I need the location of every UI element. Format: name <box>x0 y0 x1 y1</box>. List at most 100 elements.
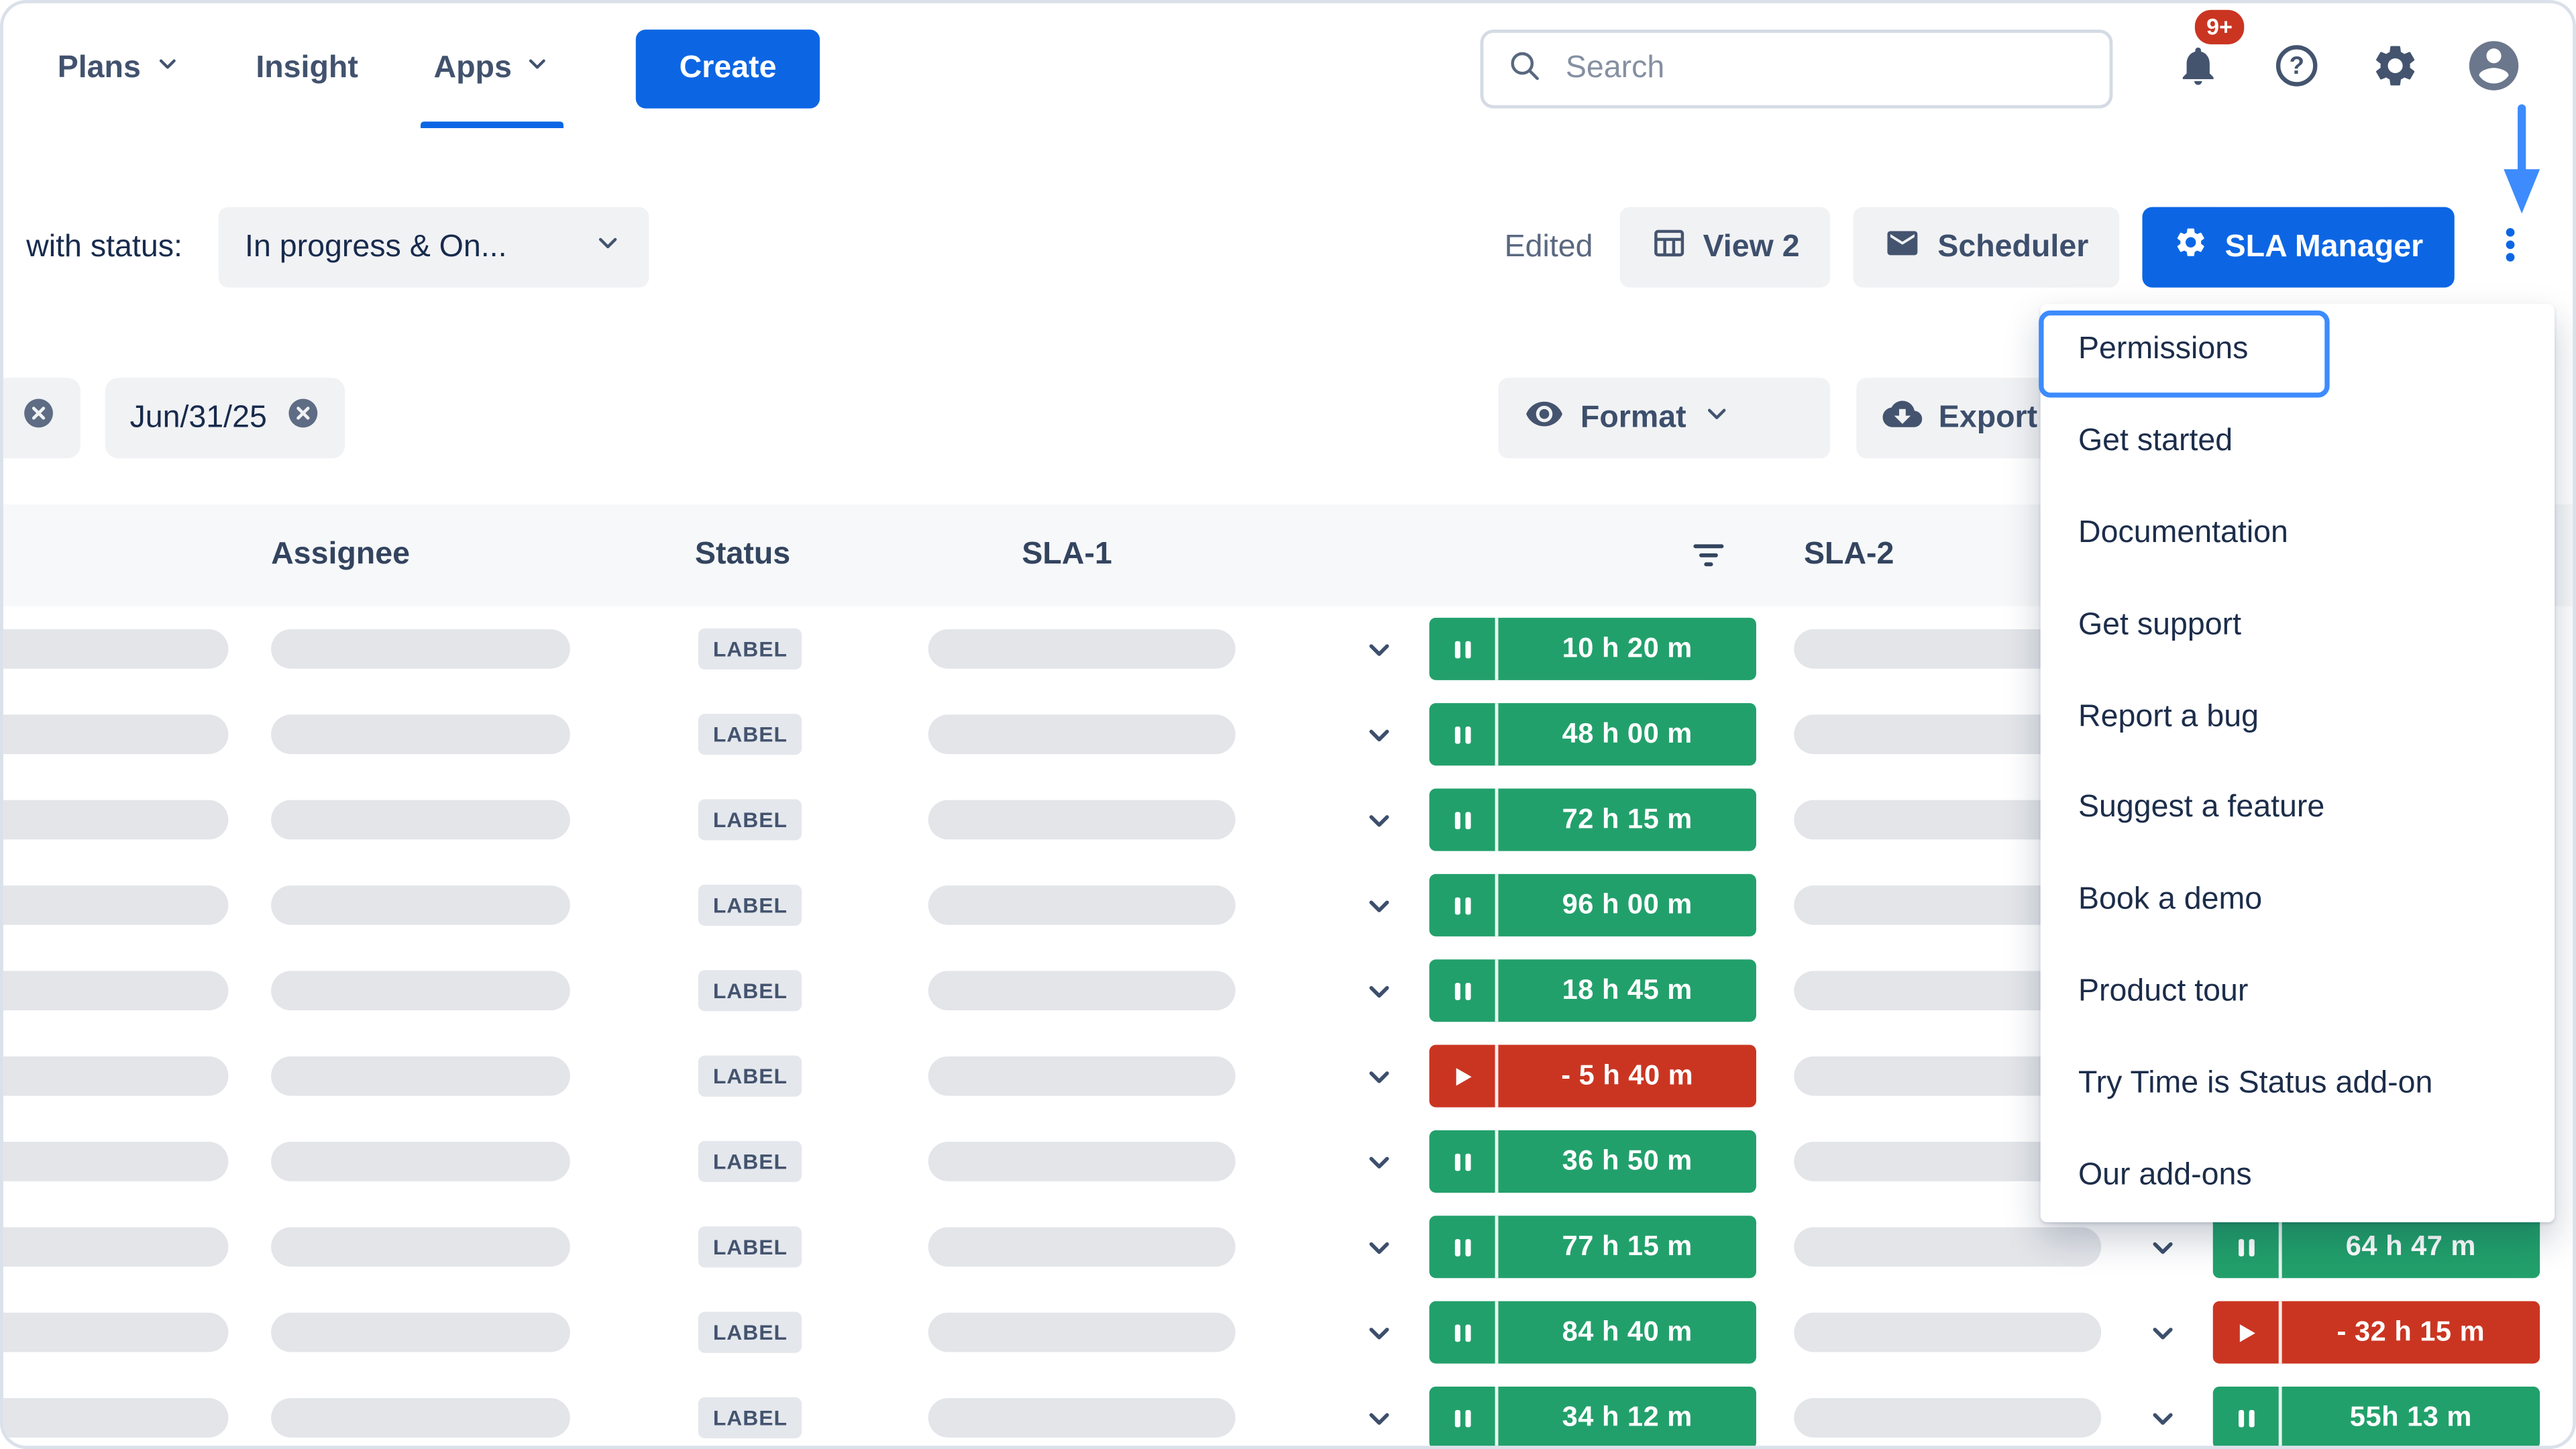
nav-item-label: Apps <box>433 51 511 87</box>
table-row: LABEL 84 h 40 m - 32 h 15 m <box>3 1289 2573 1375</box>
eye-icon <box>1525 394 1564 443</box>
status-filter-value: In progress & On... <box>245 229 593 266</box>
chevron-down-icon[interactable] <box>1360 631 1397 667</box>
menu-item-documentation[interactable]: Documentation <box>2041 488 2555 580</box>
status-label-badge: LABEL <box>698 1397 802 1438</box>
view-button[interactable]: View 2 <box>1619 207 1831 288</box>
filter-icon[interactable] <box>1686 532 1732 578</box>
nav-item-plans[interactable]: Plans <box>58 3 180 135</box>
edited-status-text: Edited <box>1505 229 1593 266</box>
chevron-down-icon <box>593 227 623 267</box>
account-button[interactable] <box>2445 19 2543 118</box>
bell-icon <box>2175 42 2221 96</box>
format-button-label: Format <box>1580 400 1686 436</box>
scheduler-button[interactable]: Scheduler <box>1854 207 2119 288</box>
assignee-skeleton <box>271 971 570 1010</box>
menu-item-try-time-is-status-add-on[interactable]: Try Time is Status add-on <box>2041 1038 2555 1130</box>
sla-time-text: 34 h 12 m <box>1498 1401 1756 1434</box>
export-button-label: Export <box>1939 400 2037 436</box>
toolbar-actions: Edited View 2 Scheduler <box>1505 207 2543 288</box>
search-input[interactable] <box>1562 49 2086 89</box>
status-filter-dropdown[interactable]: In progress & On... <box>219 207 649 288</box>
chevron-down-icon[interactable] <box>1360 716 1397 753</box>
status-label-badge: LABEL <box>698 714 802 755</box>
table-grid-icon <box>1650 224 1686 270</box>
chevron-down-icon[interactable] <box>1360 887 1397 923</box>
sla1-timer-badge: 84 h 40 m <box>1430 1301 1756 1364</box>
status-label-badge: LABEL <box>698 970 802 1011</box>
menu-item-permissions[interactable]: Permissions <box>2041 304 2555 396</box>
sla-time-text: 96 h 00 m <box>1498 889 1756 922</box>
chevron-down-icon[interactable] <box>1360 802 1397 838</box>
pause-icon <box>1430 1387 1499 1449</box>
chevron-down-icon[interactable] <box>2144 1314 2180 1350</box>
nav-item-insight[interactable]: Insight <box>256 3 358 135</box>
envelope-icon <box>1885 224 1921 270</box>
create-button[interactable]: Create <box>637 30 819 109</box>
chevron-down-icon[interactable] <box>1360 973 1397 1009</box>
menu-item-get-support[interactable]: Get support <box>2041 580 2555 672</box>
sla1-timer-badge: 72 h 15 m <box>1430 789 1756 851</box>
assignee-skeleton <box>271 885 570 925</box>
sla-time-text: 84 h 40 m <box>1498 1316 1756 1349</box>
settings-button[interactable] <box>2346 19 2445 118</box>
avatar-icon <box>2464 36 2523 103</box>
chevron-down-icon[interactable] <box>1360 1058 1397 1094</box>
menu-item-get-started[interactable]: Get started <box>2041 396 2555 488</box>
assignee-skeleton <box>271 1227 570 1267</box>
skeleton-cell <box>0 1398 228 1438</box>
play-icon <box>2213 1301 2282 1364</box>
sla2-timer-badge: - 32 h 15 m <box>2213 1301 2540 1364</box>
filter-chip-truncated[interactable] <box>0 378 80 458</box>
search-box[interactable] <box>1481 30 2113 109</box>
menu-item-product-tour[interactable]: Product tour <box>2041 947 2555 1038</box>
nav-item-label: Insight <box>256 51 358 87</box>
chevron-down-icon[interactable] <box>1360 1314 1397 1350</box>
skeleton-cell <box>0 1057 228 1096</box>
format-button[interactable]: Format <box>1498 378 1830 458</box>
assignee-skeleton <box>271 714 570 754</box>
close-circle-icon[interactable] <box>21 396 56 440</box>
menu-item-our-add-ons[interactable]: Our add-ons <box>2041 1130 2555 1222</box>
sla1-skeleton <box>928 714 1236 754</box>
sla-time-text: 10 h 20 m <box>1498 633 1756 665</box>
with-status-label: with status: <box>26 229 182 266</box>
search-icon <box>1507 47 1543 91</box>
skeleton-cell <box>0 1313 228 1352</box>
sla1-skeleton <box>928 1142 1236 1181</box>
more-actions-button[interactable] <box>2477 207 2543 288</box>
view-toolbar: with status: In progress & On... Edited … <box>3 207 2573 288</box>
sla-manager-button[interactable]: SLA Manager <box>2143 207 2455 288</box>
chevron-down-icon[interactable] <box>1360 1229 1397 1265</box>
sla2-skeleton <box>1794 1313 2101 1352</box>
pause-icon <box>2213 1216 2282 1278</box>
notifications-button[interactable]: 9+ <box>2149 19 2247 118</box>
notifications-count-badge: 9+ <box>2195 10 2244 44</box>
menu-item-book-a-demo[interactable]: Book a demo <box>2041 855 2555 947</box>
chevron-down-icon[interactable] <box>1360 1400 1397 1436</box>
header-status: Status <box>695 537 790 574</box>
status-label-badge: LABEL <box>698 1141 802 1182</box>
sla2-timer-badge: 55h 13 m <box>2213 1387 2540 1449</box>
chevron-down-icon[interactable] <box>2144 1229 2180 1265</box>
chevron-down-icon <box>525 51 551 87</box>
help-button[interactable]: ? <box>2247 19 2346 118</box>
kebab-icon <box>2489 223 2532 271</box>
chevron-down-icon[interactable] <box>1360 1143 1397 1179</box>
menu-item-suggest-a-feature[interactable]: Suggest a feature <box>2041 763 2555 855</box>
sla2-timer-badge: 64 h 47 m <box>2213 1216 2540 1278</box>
pause-icon <box>1430 959 1499 1022</box>
nav-item-apps[interactable]: Apps <box>433 3 551 135</box>
assignee-skeleton <box>271 629 570 669</box>
assignee-skeleton <box>271 800 570 840</box>
status-label-badge: LABEL <box>698 1312 802 1353</box>
close-circle-icon[interactable] <box>286 396 321 440</box>
filter-chip-date[interactable]: Jun/31/25 <box>105 378 346 458</box>
table-row: LABEL 34 h 12 m 55h 13 m <box>3 1375 2573 1449</box>
play-icon <box>1430 1045 1499 1108</box>
sla-time-text: 72 h 15 m <box>1498 804 1756 837</box>
sla1-timer-badge: 34 h 12 m <box>1430 1387 1756 1449</box>
pause-icon <box>1430 1301 1499 1364</box>
chevron-down-icon[interactable] <box>2144 1400 2180 1436</box>
menu-item-report-a-bug[interactable]: Report a bug <box>2041 672 2555 763</box>
